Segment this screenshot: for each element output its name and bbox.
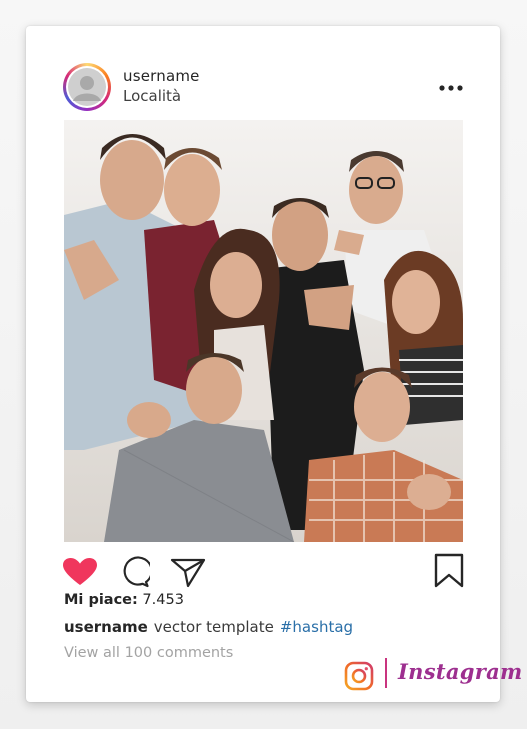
caption: username vector template #hashtag — [64, 618, 353, 636]
instagram-logo-icon — [344, 661, 374, 691]
user-placeholder-icon — [68, 68, 106, 106]
avatar[interactable] — [63, 63, 111, 111]
bookmark-icon[interactable] — [433, 553, 465, 589]
more-options-icon[interactable] — [438, 83, 464, 93]
page: username Località Mi piace: 7.453 userna… — [0, 0, 527, 729]
instagram-wordmark: Instagram — [398, 659, 523, 684]
group-photo-illustration — [64, 120, 463, 542]
likes-line[interactable]: Mi piace: 7.453 — [64, 592, 184, 608]
post-card: username Località Mi piace: 7.453 userna… — [26, 26, 522, 702]
heart-icon[interactable] — [62, 557, 98, 587]
post-username[interactable]: username — [123, 67, 200, 85]
post-location[interactable]: Località — [123, 87, 181, 105]
likes-count: 7.453 — [142, 592, 184, 608]
brand-divider — [385, 658, 387, 688]
view-comments-link[interactable]: View all 100 comments — [64, 645, 233, 661]
comment-icon[interactable] — [118, 556, 150, 588]
caption-hashtag[interactable]: #hashtag — [280, 618, 353, 636]
avatar-frame — [66, 66, 108, 108]
caption-username[interactable]: username — [64, 618, 148, 636]
share-icon[interactable] — [170, 556, 206, 588]
post-photo[interactable] — [64, 120, 463, 542]
likes-label: Mi piace: — [64, 592, 138, 608]
caption-text: vector template — [153, 618, 274, 636]
